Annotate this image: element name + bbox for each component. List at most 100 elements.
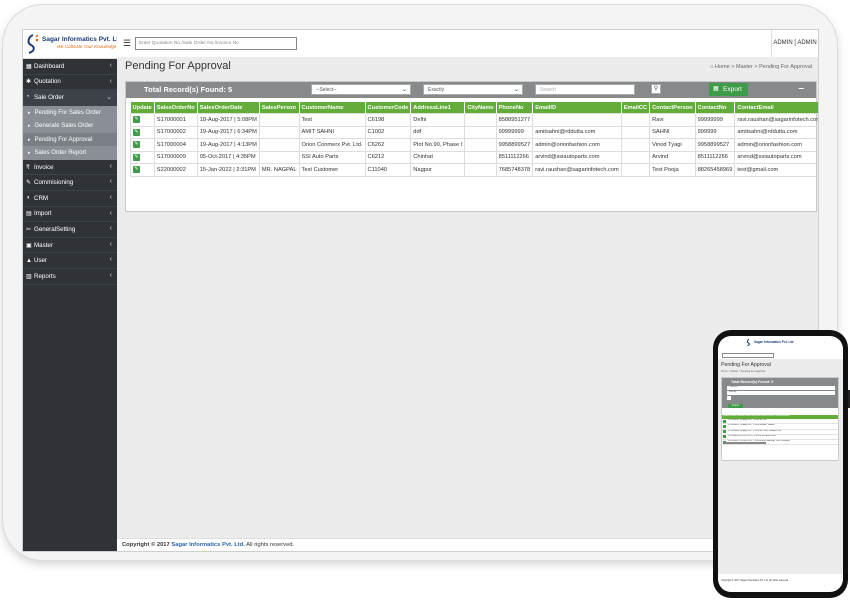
column-header-cityname[interactable]: CityName (464, 102, 497, 114)
cell-salesperson (258, 150, 300, 164)
phone-filter-select[interactable]: --Select-- (727, 386, 835, 390)
dashboard-icon: ▦ (26, 63, 32, 70)
column-header-addressline1[interactable]: AddressLine1 (410, 102, 466, 114)
submenu-item-pending-for-approval[interactable]: ▸ Pending For Approval (23, 132, 117, 147)
cell-customercode: C1002 (364, 125, 412, 139)
user-menu[interactable]: ADMIN [ ADMIN ] (771, 30, 818, 73)
phone-match-select[interactable]: Exactly (727, 391, 835, 395)
column-header-contactemail[interactable]: ContactEmail (734, 102, 818, 114)
users-icon: ◑ (26, 195, 30, 202)
sidebar-item-label: User (34, 257, 48, 265)
edit-icon[interactable]: ✎ (133, 141, 140, 149)
sidebar-item-reports[interactable]: ▥ Reports ‹ (23, 269, 117, 285)
sidebar-item-quotation[interactable]: ✱ Quotation ‹ (23, 75, 117, 91)
edit-icon[interactable] (723, 430, 726, 434)
filter-column-select[interactable]: --Select-- ⌄ (311, 84, 411, 95)
caret-right-icon: ▸ (28, 150, 31, 157)
column-header-salesperson[interactable]: SalesPerson (259, 102, 300, 114)
phone-export-button[interactable]: Export (728, 404, 743, 408)
sale-order-submenu: ▸ Pending For Sales Order ▸ Generate Sales … (23, 105, 117, 160)
cell-contactperson: Ravi (649, 113, 696, 127)
column-header-salesorderno[interactable]: SalesOrderNo (154, 102, 198, 114)
column-header-emailcc[interactable]: EmailCC (621, 102, 651, 114)
submenu-item-pending-for-sales-order[interactable]: ▸ Pending For Sales Order (23, 106, 117, 120)
chevron-left-icon: ‹ (109, 271, 112, 279)
phone-footer: Copyright © 2017 Sagar Informatics Pvt. … (721, 579, 789, 582)
sidebar-item-user[interactable]: ▲ User ‹ (23, 253, 117, 269)
cell-salesorderdate: 18-Aug-2017 | 5:08PM (196, 113, 260, 127)
update-cell: ✎ (130, 113, 155, 127)
breadcrumb-master[interactable]: Master (736, 64, 753, 70)
sidebar-item-generalsetting[interactable]: ✂ GeneralSetting ‹ (23, 222, 117, 238)
phone-row-text: S17000004 19-Aug-2017 | 4:13PM Orion Con… (728, 429, 781, 432)
cell-addressline1: ddf (410, 125, 466, 139)
column-header-contactno[interactable]: ContactNo (695, 102, 736, 114)
footer-copyright: Copyright © 2017 (122, 542, 170, 548)
column-header-update[interactable]: Update (130, 102, 155, 114)
cell-addressline1: Chinhat (410, 150, 466, 164)
edit-icon[interactable]: ✎ (133, 128, 140, 136)
global-search-input[interactable]: Enter Quotation No./Sale Order No./Invoi… (135, 37, 297, 50)
brand-name: Sagar Informatics Pvt. Ltd. (42, 36, 125, 43)
submenu-item-label: Sales Order Report (34, 150, 87, 157)
submenu-item-label: Generate Sales Order (34, 123, 94, 130)
cell-addressline1: Delhi (410, 113, 466, 127)
sidebar-item-commisioning[interactable]: ✎ Commisioning ‹ (23, 175, 117, 191)
breadcrumb-current: Pending For Approval (759, 64, 812, 70)
phone-records-panel: Total Record(s) Found: 5 --Select-- Exac… (721, 377, 839, 461)
phone-horizontal-scrollbar[interactable] (724, 442, 766, 444)
cell-emailcc (620, 125, 651, 139)
phone-page-title: Pending For Approval (721, 362, 771, 368)
update-cell: ✎ (130, 163, 155, 177)
sidebar: Sagar Informatics Pvt. Ltd. We Cultivate… (23, 30, 124, 551)
phone-total-records: Total Record(s) Found: 5 (731, 380, 774, 384)
home-icon: ⌂ (710, 64, 714, 70)
sidebar-item-master[interactable]: ▣ Master ‹ (23, 238, 117, 254)
cell-contactno: 99999999 (694, 113, 736, 127)
column-header-customercode[interactable]: CustomerCode (365, 102, 412, 114)
collapse-panel-button[interactable]: – (798, 83, 804, 94)
column-header-salesorderdate[interactable]: SalesOrderDate (197, 102, 260, 114)
breadcrumb-home[interactable]: Home (715, 64, 730, 70)
update-cell: ✎ (130, 150, 155, 164)
user-icon: ▲ (26, 257, 32, 264)
sidebar-item-crm[interactable]: ◑ CRM ‹ (23, 191, 117, 207)
sidebar-item-import[interactable]: ▤ Import ‹ (23, 207, 117, 223)
sidebar-item-dashboard[interactable]: ▦ Dashboard ‹ (23, 59, 117, 75)
search-icon: ⚲ (653, 86, 659, 92)
cell-salesperson (258, 125, 300, 139)
footer-company-link[interactable]: Sagar Informatics Pvt. Ltd. (171, 542, 244, 548)
submenu-item-sales-order-report[interactable]: ▸ Sales Order Report (23, 146, 117, 160)
edit-icon[interactable] (723, 419, 726, 423)
cell-emailid (532, 113, 622, 127)
top-bar: ☰ Enter Quotation No./Sale Order No./Inv… (117, 30, 818, 73)
edit-icon[interactable]: ✎ (133, 153, 140, 161)
cell-emailcc (620, 163, 651, 177)
column-header-phoneno[interactable]: PhoneNo (496, 102, 534, 114)
edit-icon[interactable] (723, 435, 726, 439)
search-button[interactable]: ⚲ (651, 84, 661, 94)
match-type-select[interactable]: Exactly ⌄ (423, 84, 523, 95)
brand-tagline: We Cultivate Your Knowledge (57, 44, 117, 49)
column-header-customername[interactable]: CustomerName (299, 102, 366, 114)
edit-icon[interactable]: ✎ (133, 116, 140, 124)
phone-content: Pending For Approval Home > Master > Pen… (718, 359, 843, 574)
cell-emailid: admin@orionfashion.com (532, 138, 622, 152)
cell-emailid: ravi.raushan@sagarinfotech.com (532, 163, 622, 177)
column-header-contactperson[interactable]: ContactPerson (649, 102, 696, 114)
export-button[interactable]: ▦ Export (709, 83, 748, 96)
cell-customercode: C11040 (364, 163, 412, 177)
cell-salesorderdate: 15-Jan-2022 | 2:31PM (196, 163, 260, 177)
edit-icon[interactable]: ✎ (133, 166, 140, 174)
sidebar-item-invoice[interactable]: ₹ Invoice ‹ (23, 160, 117, 176)
menu-toggle-icon[interactable]: ☰ (123, 38, 131, 49)
sidebar-item-sale-order[interactable]: ◔ Sale Order ⌄ (23, 90, 117, 106)
phone-search-input[interactable] (722, 353, 774, 358)
phone-search-button[interactable] (727, 396, 731, 400)
table-search-input[interactable]: Search (535, 84, 635, 95)
edit-icon[interactable] (723, 424, 726, 428)
cell-phoneno: 7685748378 (495, 163, 534, 177)
cell-contactemail: amitsahni@rddutta.com (734, 125, 818, 139)
column-header-emailid[interactable]: EmailID (532, 102, 622, 114)
submenu-item-generate-sales-order[interactable]: ▸ Generate Sales Order (23, 119, 117, 133)
